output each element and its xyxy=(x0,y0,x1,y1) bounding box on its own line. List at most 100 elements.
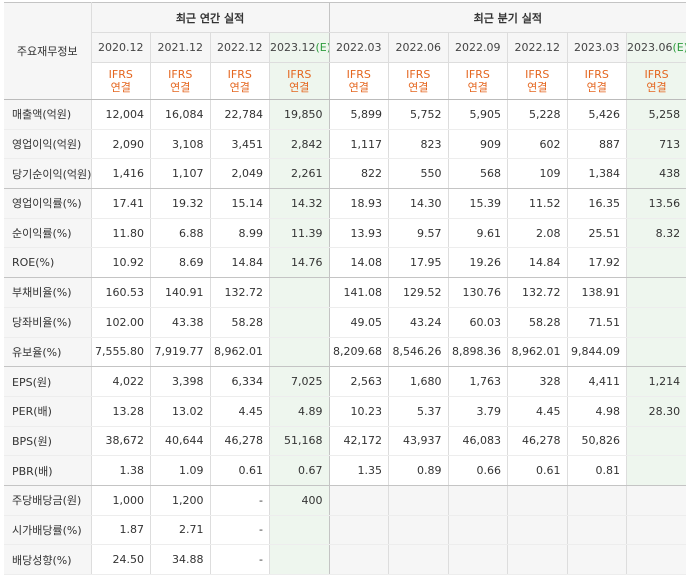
value-cell: 0.61 xyxy=(209,455,270,486)
value-cell: 9.57 xyxy=(388,218,449,249)
value-cell: 34.88 xyxy=(150,544,210,575)
period-label: 2022.09 xyxy=(455,41,501,54)
value-cell xyxy=(626,337,687,368)
value-cell xyxy=(566,544,627,575)
row-label: 배당성향(%) xyxy=(4,544,91,575)
value-cell: 2.08 xyxy=(507,218,568,249)
value-cell xyxy=(626,455,687,486)
table-row: EPS(원) 4,022 3,398 6,334 7,025 2,563 1,680 1,76… xyxy=(4,366,687,397)
value-cell xyxy=(626,485,687,516)
value-cell: 24.50 xyxy=(90,544,151,575)
value-cell: 1.87 xyxy=(90,515,151,546)
value-cell: 823 xyxy=(388,129,449,160)
value-cell xyxy=(626,247,687,279)
value-cell: 14.76 xyxy=(269,247,330,279)
ifrs-basis-header: IFRS 연결 xyxy=(150,62,210,100)
value-cell: 14.84 xyxy=(507,247,568,279)
period-header: 2022.03 xyxy=(328,32,389,63)
value-cell: 8.69 xyxy=(150,247,210,279)
value-cell xyxy=(447,544,508,575)
table-row: 유보율(%) 7,555.80 7,919.77 8,962.01 8,209.68 8,… xyxy=(4,337,687,368)
value-cell xyxy=(566,515,627,546)
value-cell: 0.66 xyxy=(447,455,508,486)
value-cell: 25.51 xyxy=(566,218,627,249)
value-cell xyxy=(507,515,568,546)
value-cell: 17.92 xyxy=(566,247,627,279)
value-cell: 10.92 xyxy=(90,247,151,279)
ifrs-basis-header: IFRS 연결 xyxy=(507,62,568,100)
value-cell: 15.14 xyxy=(209,188,270,219)
value-cell: 822 xyxy=(328,158,389,190)
value-cell: 28.30 xyxy=(626,396,687,427)
value-cell: - xyxy=(209,544,270,575)
value-cell: 8,962.01 xyxy=(209,337,270,368)
value-cell: 8.32 xyxy=(626,218,687,249)
value-cell: 1,117 xyxy=(328,129,389,160)
label-column-header: 주요재무정보 xyxy=(4,2,91,100)
value-cell: 7,025 xyxy=(269,366,330,397)
value-cell: 5,905 xyxy=(447,99,508,130)
value-cell: 19.26 xyxy=(447,247,508,279)
quarter-group-header: 최근 분기 실적 xyxy=(328,2,687,33)
value-cell: 0.61 xyxy=(507,455,568,486)
period-label: 2022.12 xyxy=(514,41,561,54)
value-cell: - xyxy=(209,485,270,516)
table-row: 영업이익률(%) 17.41 19.32 15.14 14.32 18.93 14.30 15… xyxy=(4,188,687,219)
value-cell: 7,919.77 xyxy=(150,337,210,368)
value-cell: 0.81 xyxy=(566,455,627,486)
value-cell: 140.91 xyxy=(150,277,210,308)
ifrs-basis-header: IFRS 연결 xyxy=(209,62,270,100)
value-cell: 43,937 xyxy=(388,426,449,457)
table-row: 당좌비율(%) 102.00 43.38 58.28 49.05 43.24 60.03 58… xyxy=(4,307,687,338)
period-header: 2022.12 xyxy=(507,32,568,63)
value-cell: 3,451 xyxy=(209,129,270,160)
consolidated-label: 연결 xyxy=(229,81,250,94)
value-cell: 51,168 xyxy=(269,426,330,457)
row-label: 시가배당률(%) xyxy=(4,515,91,546)
annual-group-header: 최근 연간 실적 xyxy=(90,2,330,33)
value-cell: 13.56 xyxy=(626,188,687,219)
table-body: 매출액(억원) 12,004 16,084 22,784 19,850 5,899 5,75… xyxy=(4,99,687,575)
value-cell: 2,090 xyxy=(90,129,151,160)
value-cell: 9.61 xyxy=(447,218,508,249)
consolidated-label: 연결 xyxy=(348,81,369,94)
value-cell: 2,049 xyxy=(209,158,270,190)
value-cell: 1,200 xyxy=(150,485,210,516)
value-cell: 40,644 xyxy=(150,426,210,457)
ifrs-label: IFRS xyxy=(406,68,431,81)
value-cell: 14.84 xyxy=(209,247,270,279)
value-cell: 160.53 xyxy=(90,277,151,308)
value-cell: 43.24 xyxy=(388,307,449,338)
period-label: 2023.06 xyxy=(627,41,673,54)
value-cell: 10.23 xyxy=(328,396,389,427)
row-label: EPS(원) xyxy=(4,366,91,397)
value-cell xyxy=(328,515,389,546)
value-cell: 5,258 xyxy=(626,99,687,130)
value-cell: 602 xyxy=(507,129,568,160)
value-cell: 13.93 xyxy=(328,218,389,249)
period-label: 2023.03 xyxy=(574,41,620,54)
table-row: 시가배당률(%) 1.87 2.71- xyxy=(4,515,687,546)
value-cell: 568 xyxy=(447,158,508,190)
ifrs-basis-header: IFRS 연결 xyxy=(447,62,508,100)
value-cell: 2,261 xyxy=(269,158,330,190)
value-cell: 4,411 xyxy=(566,366,627,397)
table-row: 영업이익(억원) 2,090 3,108 3,451 2,842 1,117 823 909 6… xyxy=(4,129,687,160)
row-label: 순이익률(%) xyxy=(4,218,91,249)
period-label: 2022.03 xyxy=(336,41,382,54)
ifrs-label: IFRS xyxy=(584,68,609,81)
value-cell: 887 xyxy=(566,129,627,160)
table-row: PER(배) 13.28 13.02 4.45 4.89 10.23 5.37 3.79 4.4… xyxy=(4,396,687,427)
consolidated-label: 연결 xyxy=(646,81,667,94)
value-cell: 49.05 xyxy=(328,307,389,338)
value-cell: 9,844.09 xyxy=(566,337,627,368)
estimate-marker: (E) xyxy=(315,41,330,54)
consolidated-label: 연결 xyxy=(527,81,548,94)
value-cell: 0.67 xyxy=(269,455,330,486)
value-cell: 8,546.26 xyxy=(388,337,449,368)
value-cell: 22,784 xyxy=(209,99,270,130)
value-cell: 713 xyxy=(626,129,687,160)
value-cell: 2,563 xyxy=(328,366,389,397)
value-cell: 5,899 xyxy=(328,99,389,130)
period-header: 2021.12 xyxy=(150,32,210,63)
